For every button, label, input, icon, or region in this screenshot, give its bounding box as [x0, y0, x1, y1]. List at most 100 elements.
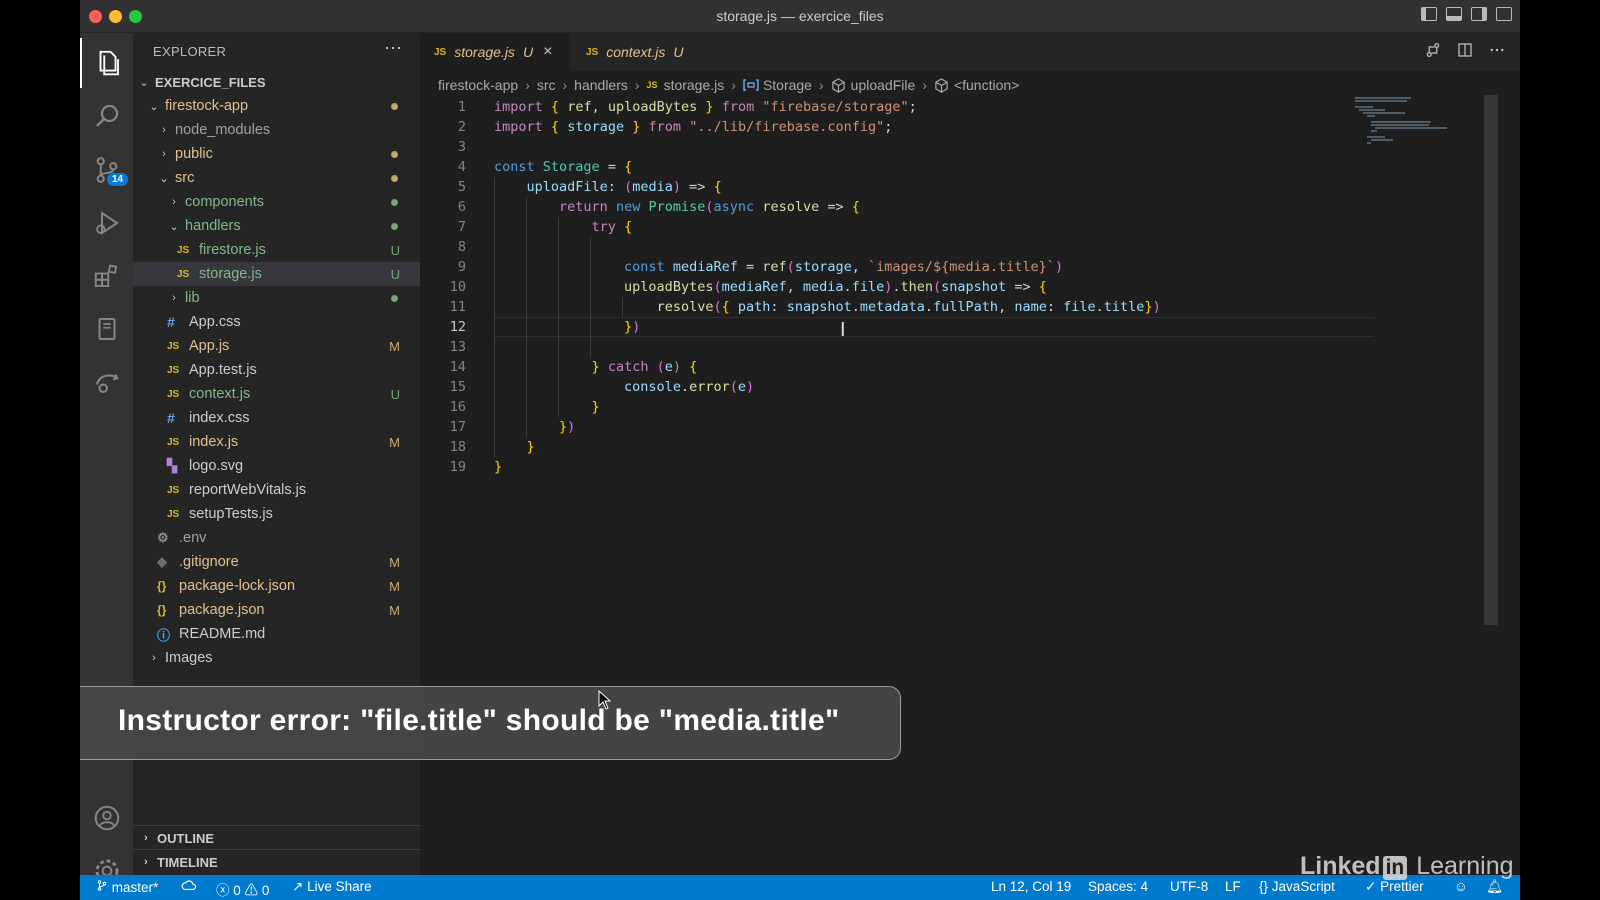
tree-item-report-web-vitals[interactable]: JS reportWebVitals.js	[133, 478, 420, 502]
method-symbol-icon	[831, 77, 845, 93]
javascript-file-icon: JS	[177, 244, 190, 256]
sync-indicator[interactable]	[181, 879, 197, 895]
chevron-right-icon: ›	[172, 196, 176, 208]
json-file-icon: {}	[157, 603, 167, 617]
code-line: }	[591, 399, 600, 415]
eol-setting[interactable]: LF	[1225, 879, 1241, 894]
tab-context-js[interactable]: JS context.js U	[572, 33, 712, 71]
tree-item-label: package-lock.json	[179, 578, 296, 594]
tree-item-public[interactable]: › public	[133, 142, 420, 166]
tree-item-package-json[interactable]: {} package.json M	[133, 598, 420, 622]
timeline-section[interactable]: › TIMELINE	[133, 849, 420, 874]
more-actions-icon[interactable]	[1488, 41, 1506, 59]
modified-dot	[391, 150, 398, 158]
line-number: 14	[449, 359, 466, 375]
line-number: 16	[449, 399, 466, 415]
source-control-activity[interactable]: 14	[80, 145, 133, 195]
tree-item-label: App.test.js	[189, 362, 257, 378]
toggle-secondary-sidebar-icon[interactable]	[1471, 7, 1487, 21]
problems-indicator[interactable]: ⓧ 0 ⚠ 0	[216, 879, 269, 899]
tree-item-lib[interactable]: › lib	[133, 286, 420, 310]
minimap[interactable]	[1355, 95, 1485, 155]
vertical-scrollbar[interactable]	[1484, 95, 1498, 625]
tree-item-setup-tests[interactable]: JS setupTests.js	[133, 502, 420, 526]
tree-item-logo-svg[interactable]: ▚ logo.svg	[133, 454, 420, 478]
tree-item-images[interactable]: › Images	[133, 646, 420, 670]
tree-item-package-lock[interactable]: {} package-lock.json M	[133, 574, 420, 598]
tree-item-index-js[interactable]: JS index.js M	[133, 430, 420, 454]
breadcrumb-item[interactable]: storage.js	[664, 77, 725, 93]
javascript-file-icon: JS	[167, 388, 180, 400]
toggle-panel-icon[interactable]	[1446, 7, 1462, 21]
breadcrumb-item[interactable]: Storage	[763, 77, 812, 93]
tree-item-gitignore[interactable]: ◆ .gitignore M	[133, 550, 420, 574]
tree-item-storage-js[interactable]: JS storage.js U	[133, 262, 420, 286]
breadcrumb-item[interactable]: uploadFile	[851, 77, 916, 93]
live-share-button[interactable]: ↗ Live Share	[292, 879, 372, 895]
line-number: 10	[449, 279, 466, 295]
git-status: M	[389, 434, 400, 450]
tree-item-firestore-js[interactable]: JS firestore.js U	[133, 238, 420, 262]
search-icon	[95, 104, 118, 127]
tree-item-app-test-js[interactable]: JS App.test.js	[133, 358, 420, 382]
encoding-setting[interactable]: UTF-8	[1170, 879, 1208, 894]
tree-item-readme[interactable]: ⓘ README.md	[133, 622, 420, 646]
extensions-activity[interactable]	[80, 251, 133, 301]
breadcrumb-item[interactable]: src	[537, 77, 556, 93]
code-line: return new Promise(async resolve => {	[559, 199, 860, 215]
notifications-bell-icon[interactable]: 🔔︎	[1486, 879, 1503, 895]
indentation-setting[interactable]: Spaces: 4	[1088, 879, 1148, 894]
live-share-activity[interactable]	[80, 357, 133, 407]
search-activity[interactable]	[80, 91, 133, 141]
tree-item-env[interactable]: ⚙ .env	[133, 526, 420, 550]
language-mode[interactable]: {} JavaScript	[1259, 879, 1335, 894]
toggle-primary-sidebar-icon[interactable]	[1421, 7, 1437, 21]
tree-item-handlers[interactable]: ⌄ handlers	[133, 214, 420, 238]
breadcrumb-item[interactable]: firestock-app	[438, 77, 518, 93]
tree-item-label: .env	[179, 530, 207, 546]
tree-item-node-modules[interactable]: › node_modules	[133, 118, 420, 142]
tab-storage-js[interactable]: JS storage.js U ×	[420, 33, 570, 71]
tree-item-context-js[interactable]: JS context.js U	[133, 382, 420, 406]
feedback-icon[interactable]: ☺	[1454, 879, 1468, 894]
minimap-line	[1367, 136, 1385, 138]
code-line: const mediaRef = ref(storage, `images/${…	[624, 259, 1064, 275]
tree-item-components[interactable]: › components	[133, 190, 420, 214]
tree-item-label: src	[175, 170, 195, 186]
customize-layout-icon[interactable]	[1496, 7, 1512, 21]
prettier-status[interactable]: ✓ Prettier	[1365, 879, 1424, 895]
tree-item-firestock-app[interactable]: ⌄ firestock-app	[133, 94, 420, 118]
tree-item-src[interactable]: ⌄ src	[133, 166, 420, 190]
minimap-line	[1371, 139, 1393, 141]
tree-item-app-js[interactable]: JS App.js M	[133, 334, 420, 358]
tree-item-index-css[interactable]: # index.css	[133, 406, 420, 430]
split-editor-icon[interactable]	[1456, 41, 1474, 59]
css-file-icon: #	[167, 314, 175, 330]
minimap-line	[1355, 106, 1373, 108]
branch-indicator[interactable]: master*	[96, 879, 158, 895]
tree-item-label: node_modules	[175, 122, 271, 138]
chevron-right-icon: ›	[525, 77, 530, 93]
tree-item-label: firestock-app	[165, 98, 249, 114]
accounts-activity[interactable]	[80, 793, 133, 843]
tree-item-app-css[interactable]: # App.css	[133, 310, 420, 334]
run-debug-activity[interactable]	[80, 198, 133, 248]
close-icon[interactable]: ×	[543, 43, 552, 61]
tree-item-label: lib	[185, 290, 200, 306]
workspace-root[interactable]: ⌄ EXERCICE_FILES	[133, 70, 420, 94]
minimap-line	[1371, 121, 1431, 123]
minimap-line	[1371, 124, 1429, 126]
explorer-activity[interactable]	[80, 38, 133, 88]
breadcrumb-item[interactable]: handlers	[574, 77, 628, 93]
title-bar: storage.js — exercice_files	[80, 0, 1520, 33]
more-actions-icon[interactable]: ···	[384, 37, 402, 58]
remote-explorer-activity[interactable]	[80, 304, 133, 354]
open-changes-icon[interactable]	[1424, 41, 1442, 59]
cloud-sync-icon	[181, 880, 197, 890]
line-number: 9	[457, 259, 466, 275]
outline-section[interactable]: › OUTLINE	[133, 825, 420, 850]
cursor-position[interactable]: Ln 12, Col 19	[991, 879, 1071, 894]
timeline-label: TIMELINE	[157, 854, 218, 870]
breadcrumb-item[interactable]: <function>	[954, 77, 1019, 93]
code-line: const Storage = {	[494, 159, 633, 175]
